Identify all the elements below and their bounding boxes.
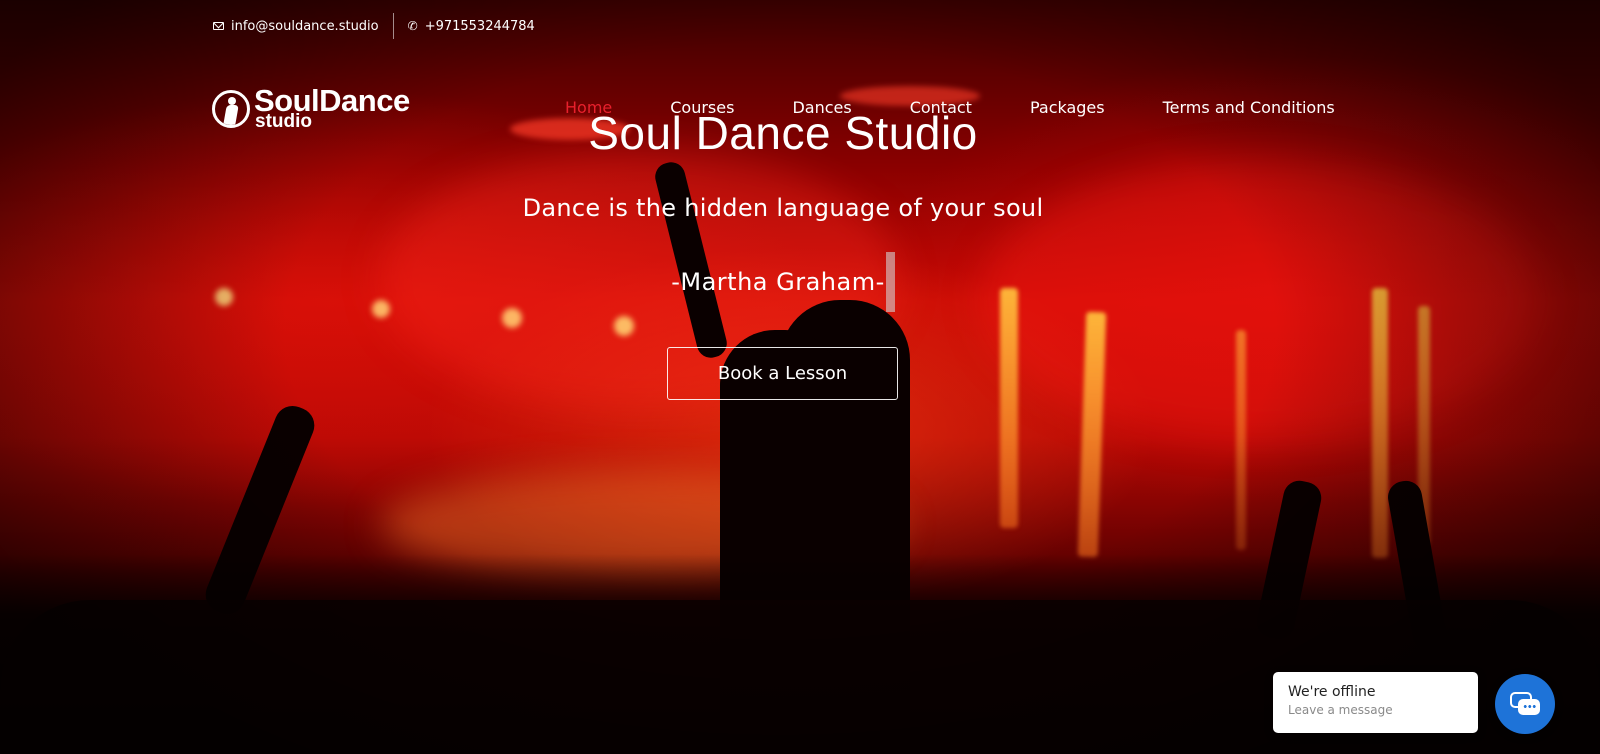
mail-icon — [213, 22, 224, 30]
book-lesson-button[interactable]: Book a Lesson — [667, 347, 898, 400]
email-text: info@souldance.studio — [231, 18, 379, 34]
contact-divider — [392, 13, 394, 39]
hero-title: Soul Dance Studio — [588, 107, 978, 159]
chat-leave-message: Leave a message — [1288, 703, 1393, 717]
contact-bar: info@souldance.studio ✆ +971553244784 — [213, 13, 535, 39]
quote-author: -Martha Graham- — [671, 268, 885, 296]
email-link[interactable]: info@souldance.studio — [213, 19, 379, 34]
phone-link[interactable]: ✆ +971553244784 — [408, 19, 535, 34]
chat-launcher-button[interactable] — [1495, 674, 1555, 734]
chat-status: We're offline — [1288, 684, 1376, 700]
chat-icon — [1510, 692, 1540, 716]
chat-offline-card[interactable]: We're offline Leave a message — [1273, 672, 1478, 733]
phone-icon: ✆ — [407, 19, 418, 33]
hero-tagline: Dance is the hidden language of your sou… — [522, 194, 1044, 222]
hero-quote-author: -Martha Graham- — [0, 252, 1566, 312]
phone-text: +971553244784 — [424, 18, 535, 34]
text-cursor — [885, 252, 895, 312]
